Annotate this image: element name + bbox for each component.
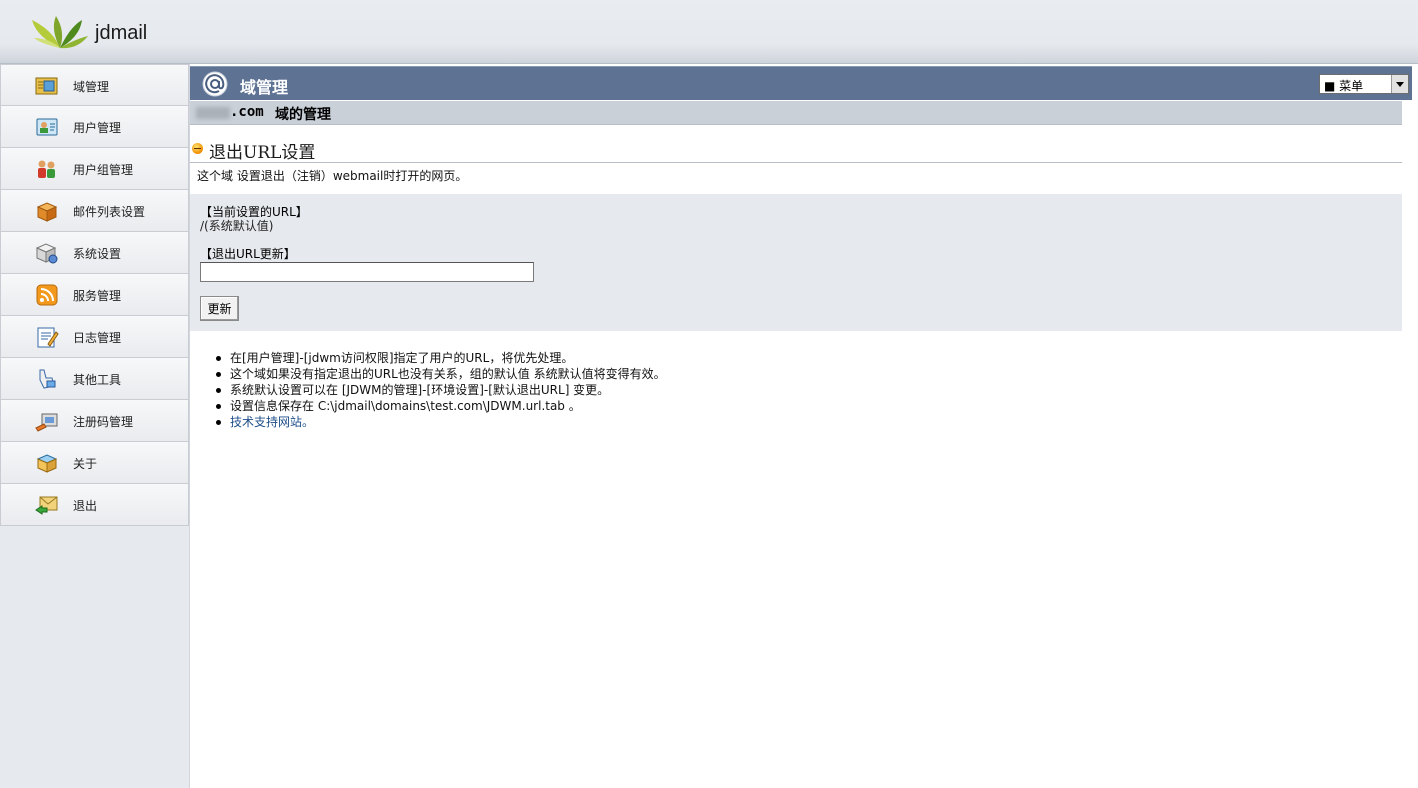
- rss-service-icon: [36, 284, 58, 306]
- mail-list-box-icon: [36, 202, 58, 222]
- sidebar-item-label: 注册码管理: [73, 415, 134, 429]
- list-item: 系统默认设置可以在 [JDWM的管理]-[环境设置]-[默认退出URL] 变更。: [216, 382, 666, 398]
- section-divider: [190, 162, 1402, 163]
- sidebar-item-mail-list[interactable]: 邮件列表设置: [0, 190, 189, 232]
- list-item: 设置信息保存在 C:\jdmail\domains\test.com\JDWM.…: [216, 398, 666, 414]
- support-link-item: 技术支持网站。: [216, 414, 666, 430]
- sidebar-item-user-groups[interactable]: 用户组管理: [0, 148, 189, 190]
- sidebar-item-label: 邮件列表设置: [73, 205, 146, 219]
- list-item: 在[用户管理]-[jdwm访问权限]指定了用户的URL，将优先处理。: [216, 350, 666, 366]
- license-key-icon: [35, 413, 58, 432]
- domain-header: .com 域的管理: [190, 101, 1402, 125]
- leaf-logo-icon: [32, 16, 88, 49]
- log-notepad-icon: [37, 327, 59, 348]
- app-header: jdmail: [0, 0, 1418, 64]
- domain-suffix: .com: [230, 104, 264, 120]
- menu-dropdown-value: ■ 菜单: [1324, 79, 1364, 93]
- domain-heading: 域的管理: [275, 107, 331, 123]
- list-item: 这个域如果没有指定退出的URL也没有关系，组的默认值 系统默认值将变得有效。: [216, 367, 666, 381]
- tools-hand-icon: [39, 369, 56, 389]
- sidebar-item-system-settings[interactable]: 系统设置: [0, 232, 189, 274]
- sidebar-item-services[interactable]: 服务管理: [0, 274, 189, 316]
- sidebar-item-domain[interactable]: 域管理: [0, 64, 189, 106]
- section-title: 退出URL设置: [209, 143, 316, 163]
- page-title: 域管理: [240, 78, 289, 97]
- brand-name: jdmail: [95, 22, 148, 44]
- domain-folder-icon: [35, 77, 58, 95]
- logout-url-input[interactable]: [200, 262, 534, 282]
- sidebar-nav: 域管理 用户管理 用户组管理 邮件列表设置 系统设置 服务管理 日志管理 其他工…: [0, 64, 190, 788]
- chevron-down-icon[interactable]: [1391, 75, 1408, 93]
- sidebar-item-license[interactable]: 注册码管理: [0, 400, 189, 442]
- update-url-label: 【退出URL更新】: [200, 247, 296, 261]
- sidebar-item-label: 域管理: [73, 80, 110, 94]
- sidebar-item-label: 退出: [73, 499, 98, 513]
- update-button[interactable]: 更新: [200, 296, 239, 321]
- user-group-icon: [38, 160, 55, 178]
- notes-list: 在[用户管理]-[jdwm访问权限]指定了用户的URL，将优先处理。 这个域如果…: [216, 350, 666, 430]
- settings-panel: 【当前设置的URL】 /(系统默认值) 【退出URL更新】 更新: [190, 194, 1402, 331]
- sidebar-item-label: 系统设置: [73, 247, 122, 261]
- section-description: 这个域 设置退出（注销）webmail时打开的网页。: [197, 169, 468, 183]
- sidebar-item-label: 日志管理: [73, 331, 122, 345]
- support-link[interactable]: 技术支持网站。: [230, 415, 314, 429]
- user-card-icon: [36, 118, 58, 136]
- at-sign-icon: [202, 71, 228, 97]
- sidebar-item-label: 服务管理: [73, 289, 122, 303]
- domain-name-redacted: [196, 107, 230, 119]
- menu-dropdown[interactable]: ■ 菜单: [1319, 74, 1409, 94]
- section-bullet-icon: [192, 143, 203, 154]
- system-settings-icon: [35, 243, 58, 264]
- sidebar-item-about[interactable]: 关于: [0, 442, 189, 484]
- sidebar-item-label: 用户管理: [73, 121, 122, 135]
- sidebar-item-label: 其他工具: [73, 373, 122, 387]
- sidebar-item-other-tools[interactable]: 其他工具: [0, 358, 189, 400]
- page-title-bar: 域管理 ■ 菜单: [190, 66, 1412, 100]
- about-box-icon: [36, 454, 58, 473]
- logout-envelope-icon: [35, 496, 58, 515]
- sidebar-item-logs[interactable]: 日志管理: [0, 316, 189, 358]
- sidebar-item-logout[interactable]: 退出: [0, 484, 189, 526]
- sidebar-item-label: 用户组管理: [73, 163, 134, 177]
- sidebar-item-users[interactable]: 用户管理: [0, 106, 189, 148]
- sidebar-item-label: 关于: [73, 457, 98, 471]
- current-url-value: /(系统默认值): [200, 219, 274, 233]
